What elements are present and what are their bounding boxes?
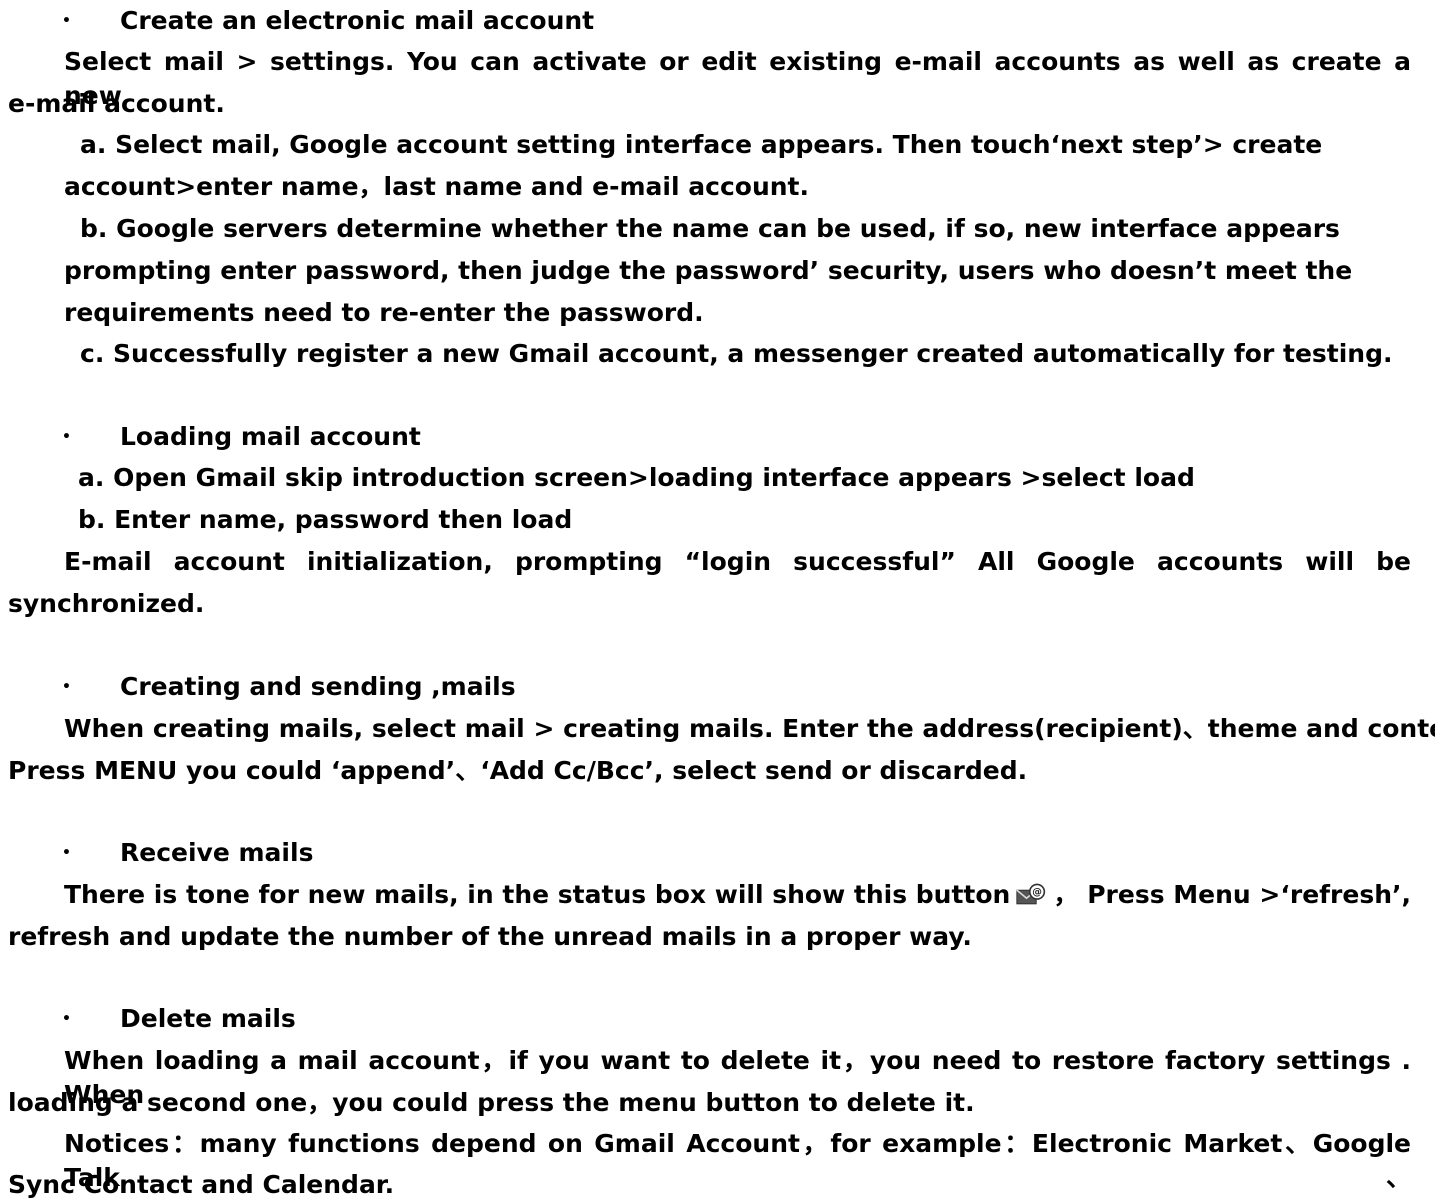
paragraph-line: e-mail account.	[8, 89, 225, 118]
step-line: a. Select mail, Google account setting i…	[80, 130, 1323, 159]
paragraph-line: Select mail > settings. You can activate…	[64, 47, 1411, 110]
bullet-icon: •	[62, 1011, 71, 1027]
paragraph-line: Press MENU you could ‘append’、‘Add Cc/Bc…	[8, 756, 1028, 785]
step-line: requirements need to re-enter the passwo…	[64, 298, 704, 327]
bullet-icon: •	[62, 429, 71, 445]
paragraph-line: loading a second one，you could press the…	[8, 1088, 975, 1117]
notice-line: Sync Contact and Calendar.	[8, 1170, 395, 1199]
section-heading: Creating and sending ,mails	[120, 672, 516, 701]
section-heading: Create an electronic mail account	[120, 6, 595, 35]
paragraph-text: There is tone for new mails, in the stat…	[64, 880, 1011, 909]
step-line: b. Google servers determine whether the …	[80, 214, 1340, 243]
paragraph-text: ， Press Menu >‘refresh’,	[1053, 880, 1411, 909]
paragraph-line: synchronized.	[8, 589, 205, 618]
paragraph-line: There is tone for new mails, in the stat…	[64, 878, 1411, 912]
step-line: prompting enter password, then judge the…	[64, 256, 1353, 285]
step-line: b. Enter name, password then load	[78, 505, 573, 534]
step-line: account>enter name，last name and e-mail …	[64, 172, 809, 201]
section-heading: Loading mail account	[120, 422, 421, 451]
paragraph-line: refresh and update the number of the unr…	[8, 922, 972, 951]
step-line: a. Open Gmail skip introduction screen>l…	[78, 463, 1195, 492]
new-mail-icon: @	[1016, 883, 1046, 905]
paragraph-line: E-mail account initialization, prompting…	[64, 547, 1411, 576]
paragraph-line: When creating mails, select mail > creat…	[64, 714, 1435, 743]
section-heading: Delete mails	[120, 1004, 296, 1033]
step-line: c. Successfully register a new Gmail acc…	[80, 339, 1393, 368]
bullet-icon: •	[62, 679, 71, 695]
section-heading: Receive mails	[120, 838, 314, 867]
bullet-icon: •	[62, 845, 71, 861]
bullet-icon: •	[62, 13, 71, 29]
svg-text:@: @	[1033, 887, 1043, 898]
